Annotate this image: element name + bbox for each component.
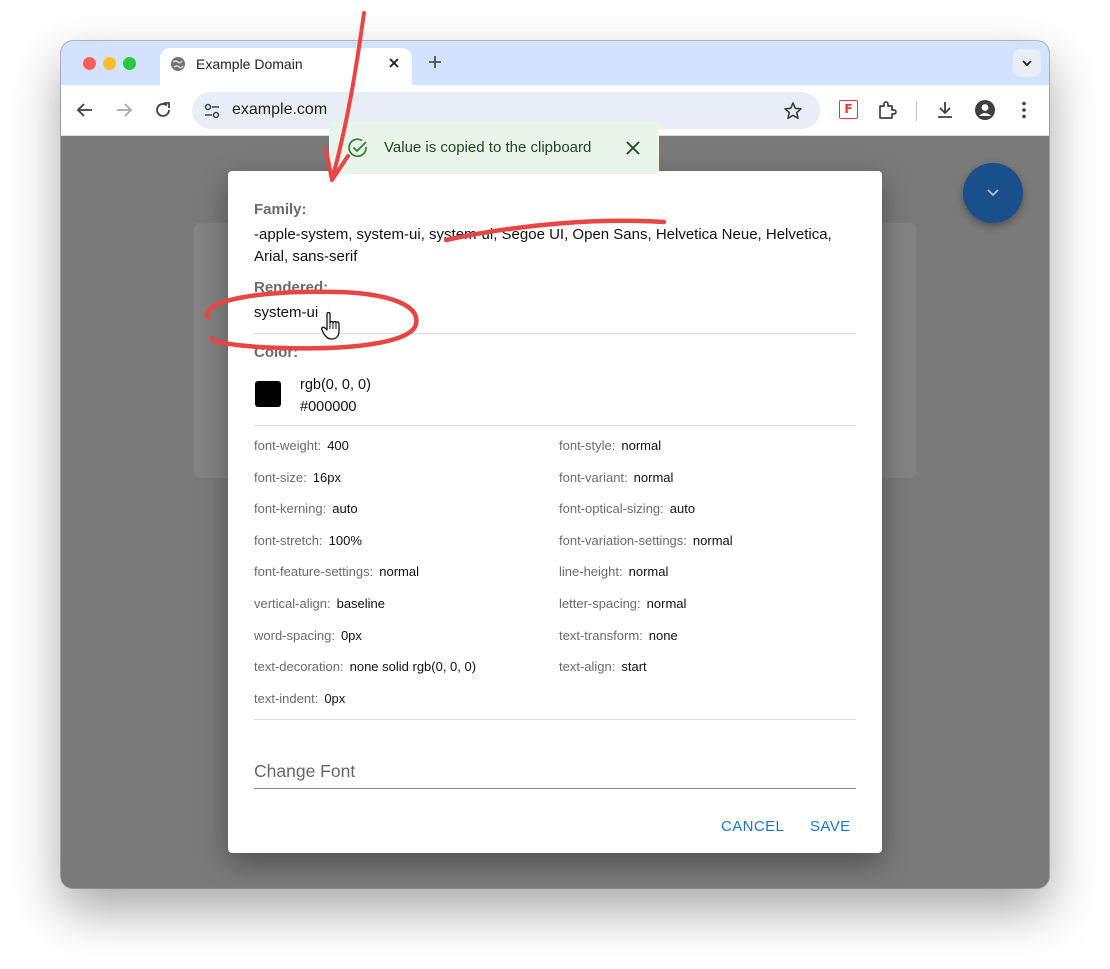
color-values: rgb(0, 0, 0) #000000 bbox=[300, 374, 371, 418]
property-row[interactable]: line-height: normal bbox=[559, 564, 668, 579]
property-row[interactable]: text-transform: none bbox=[559, 628, 678, 643]
close-icon[interactable] bbox=[625, 140, 641, 156]
property-row[interactable]: letter-spacing: normal bbox=[559, 596, 686, 611]
property-row[interactable]: text-align: start bbox=[559, 659, 647, 674]
divider bbox=[254, 333, 856, 334]
property-key: font-weight: bbox=[254, 438, 322, 453]
property-row[interactable]: font-optical-sizing: auto bbox=[559, 501, 695, 516]
property-key: font-size: bbox=[254, 469, 307, 485]
property-row[interactable]: font-stretch: 100% bbox=[254, 533, 362, 548]
change-font-underline bbox=[254, 788, 856, 789]
property-row[interactable]: font-size: 16px bbox=[254, 470, 341, 485]
download-icon[interactable] bbox=[934, 99, 956, 121]
property-value[interactable]: normal bbox=[647, 596, 687, 611]
property-value[interactable]: 0px bbox=[341, 628, 362, 643]
property-value[interactable]: normal bbox=[693, 533, 733, 548]
property-value[interactable]: baseline bbox=[337, 596, 385, 611]
property-key: text-decoration: bbox=[254, 659, 344, 675]
property-value[interactable]: none solid rgb(0, 0, 0) bbox=[350, 659, 476, 674]
property-row[interactable]: font-weight: 400 bbox=[254, 438, 349, 453]
color-hex[interactable]: #000000 bbox=[300, 396, 371, 418]
maximize-window-button[interactable] bbox=[123, 57, 136, 70]
tab-strip: Example Domain bbox=[61, 41, 1049, 85]
tab-title: Example Domain bbox=[196, 56, 303, 72]
property-row[interactable]: font-kerning: auto bbox=[254, 501, 358, 516]
font-extension-icon[interactable]: F bbox=[839, 100, 858, 119]
property-row[interactable]: font-variation-settings: normal bbox=[559, 533, 733, 548]
tab-search-button[interactable] bbox=[1013, 49, 1041, 77]
property-value[interactable]: 100% bbox=[329, 533, 362, 548]
toolbar-separator bbox=[916, 101, 917, 121]
site-settings-icon[interactable] bbox=[202, 101, 222, 121]
globe-icon bbox=[171, 57, 185, 71]
expand-fab-button[interactable] bbox=[963, 163, 1023, 223]
property-key: font-feature-settings: bbox=[254, 564, 374, 580]
close-tab-icon[interactable] bbox=[385, 54, 403, 72]
property-key: font-variant: bbox=[559, 469, 628, 485]
color-swatch[interactable] bbox=[255, 381, 281, 407]
property-key: font-stretch: bbox=[254, 532, 323, 548]
property-value[interactable]: none bbox=[649, 628, 678, 643]
new-tab-icon[interactable] bbox=[427, 54, 443, 70]
cancel-button[interactable]: CANCEL bbox=[721, 818, 784, 835]
menu-dots-icon[interactable] bbox=[1013, 99, 1035, 121]
property-value[interactable]: auto bbox=[332, 501, 357, 516]
family-label: Family: bbox=[254, 201, 307, 218]
property-key: text-transform: bbox=[559, 627, 643, 643]
property-row[interactable]: font-style: normal bbox=[559, 438, 661, 453]
extensions-puzzle-icon[interactable] bbox=[876, 99, 898, 121]
rendered-label: Rendered: bbox=[254, 279, 329, 296]
tab-example-domain[interactable]: Example Domain bbox=[160, 48, 412, 85]
bookmark-star-icon[interactable] bbox=[782, 100, 804, 122]
property-key: text-align: bbox=[559, 659, 616, 675]
property-key: text-indent: bbox=[254, 690, 319, 706]
property-key: font-kerning: bbox=[254, 501, 327, 517]
property-key: vertical-align: bbox=[254, 596, 331, 611]
color-rgb[interactable]: rgb(0, 0, 0) bbox=[300, 374, 371, 396]
page-content: Family: -apple-system, system-ui, system… bbox=[61, 136, 1049, 888]
property-row[interactable]: word-spacing: 0px bbox=[254, 628, 362, 643]
property-key: font-variation-settings: bbox=[559, 532, 687, 548]
property-row[interactable]: text-decoration: none solid rgb(0, 0, 0) bbox=[254, 659, 476, 674]
snackbar-message: Value is copied to the clipboard bbox=[384, 139, 592, 156]
property-key: line-height: bbox=[559, 564, 623, 580]
close-window-button[interactable] bbox=[83, 57, 96, 70]
color-label: Color: bbox=[254, 344, 299, 361]
font-inspector-dialog: Family: -apple-system, system-ui, system… bbox=[228, 171, 882, 853]
change-font-input[interactable]: Change Font bbox=[254, 761, 355, 782]
copied-snackbar: Value is copied to the clipboard bbox=[329, 122, 659, 174]
profile-avatar-icon[interactable] bbox=[974, 99, 996, 121]
forward-arrow-icon[interactable] bbox=[113, 99, 135, 121]
url-text: example.com bbox=[232, 101, 328, 118]
property-key: letter-spacing: bbox=[559, 596, 641, 611]
property-row[interactable]: font-feature-settings: normal bbox=[254, 564, 419, 579]
family-value[interactable]: -apple-system, system-ui, system-ui, Seg… bbox=[254, 224, 860, 268]
minimize-window-button[interactable] bbox=[103, 57, 116, 70]
chevron-down-icon bbox=[1022, 60, 1032, 67]
property-row[interactable]: text-indent: 0px bbox=[254, 691, 345, 706]
back-arrow-icon[interactable] bbox=[74, 99, 96, 121]
property-value[interactable]: normal bbox=[629, 564, 669, 579]
property-value[interactable]: normal bbox=[634, 470, 674, 485]
property-value[interactable]: normal bbox=[621, 438, 661, 453]
rendered-value[interactable]: system-ui bbox=[254, 302, 318, 324]
divider bbox=[254, 425, 856, 426]
property-value[interactable]: start bbox=[621, 659, 646, 674]
chevron-down-icon bbox=[987, 189, 999, 197]
reload-icon[interactable] bbox=[152, 99, 174, 121]
property-value[interactable]: 16px bbox=[313, 470, 341, 485]
property-value[interactable]: 0px bbox=[324, 691, 345, 706]
property-key: word-spacing: bbox=[254, 627, 335, 643]
property-value[interactable]: auto bbox=[670, 501, 695, 516]
property-value[interactable]: normal bbox=[379, 564, 419, 579]
property-value[interactable]: 400 bbox=[327, 438, 349, 453]
property-key: font-style: bbox=[559, 438, 616, 453]
divider bbox=[254, 719, 856, 720]
property-key: font-optical-sizing: bbox=[559, 501, 664, 517]
property-row[interactable]: vertical-align: baseline bbox=[254, 596, 385, 611]
save-button[interactable]: SAVE bbox=[810, 818, 851, 835]
check-circle-icon bbox=[348, 138, 367, 158]
property-row[interactable]: font-variant: normal bbox=[559, 470, 673, 485]
